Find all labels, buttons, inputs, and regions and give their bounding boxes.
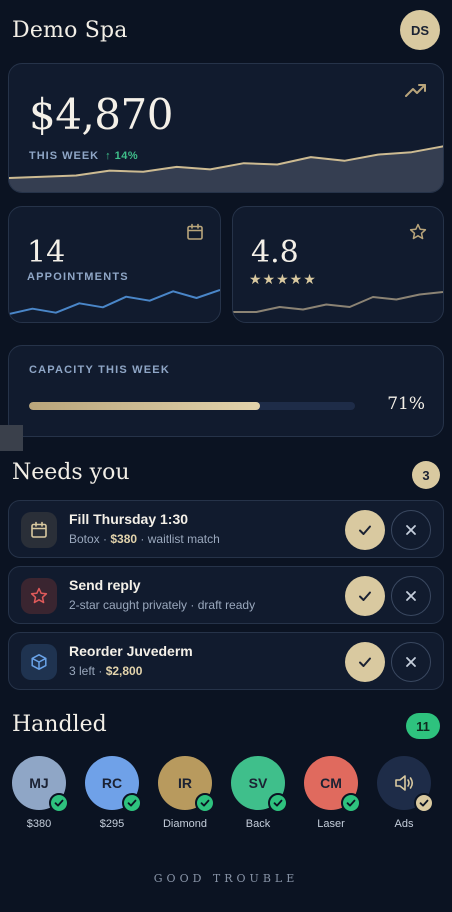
check-icon: [359, 525, 371, 535]
brand-title: Demo Spa: [12, 17, 128, 43]
sparkline-line: [9, 289, 220, 315]
task-detail-text: 2-star caught privately · draft ready: [69, 598, 256, 612]
star-icon: [409, 223, 427, 240]
appointments-sparkline: [9, 289, 220, 315]
megaphone-icon: [395, 775, 414, 791]
capacity-percent: 71%: [387, 394, 425, 414]
handled-avatar: MJ: [12, 756, 69, 813]
handled-label: Diamond: [162, 818, 208, 830]
task-row[interactable]: Reorder Juvederm 3 left · $2,800: [8, 632, 444, 690]
check-icon: [341, 793, 361, 813]
close-icon: [406, 657, 416, 667]
handled-avatar: SV: [231, 756, 288, 813]
handled-item[interactable]: SV Back: [225, 756, 291, 830]
appointments-count: 14: [27, 235, 66, 270]
avatar-initials: CM: [320, 775, 342, 791]
handled-avatar: RC: [85, 756, 142, 813]
needs-section-title: Needs you: [12, 460, 130, 485]
handled-label: Laser: [317, 818, 345, 830]
handled-item[interactable]: CM Laser: [298, 756, 364, 830]
task-title: Send reply: [69, 577, 141, 593]
handled-avatar: [377, 756, 434, 813]
handled-item[interactable]: Ads: [371, 756, 437, 830]
task-title: Reorder Juvederm: [69, 643, 193, 659]
revenue-card[interactable]: $4,870 THIS WEEK ↑ 14%: [8, 63, 444, 193]
handled-label: Ads: [394, 818, 414, 830]
check-icon: [49, 793, 69, 813]
avatar-initials: IR: [178, 775, 192, 791]
capacity-progress-bar: [29, 402, 355, 410]
rating-value: 4.8: [251, 235, 299, 270]
rating-card[interactable]: 4.8 ★★★★★: [232, 206, 444, 323]
task-detail-text: Botox ·: [69, 532, 108, 546]
handled-section-title: Handled: [12, 712, 107, 737]
handled-label: $380: [26, 818, 52, 830]
task-detail-amount: $380: [110, 532, 138, 546]
handled-avatar: CM: [304, 756, 361, 813]
close-icon: [406, 591, 416, 601]
user-avatar[interactable]: DS: [400, 10, 440, 50]
task-detail: 3 left · $2,800: [69, 664, 142, 678]
footer-brand: GOOD TROUBLE: [153, 872, 299, 885]
avatar-initials: MJ: [29, 775, 49, 791]
dismiss-button[interactable]: [391, 510, 431, 550]
calendar-icon: [21, 512, 57, 548]
check-icon: [195, 793, 215, 813]
sparkline-line: [233, 291, 443, 313]
trending-up-icon: [405, 84, 426, 97]
handled-item[interactable]: MJ $380: [6, 756, 72, 830]
task-detail-amount: $2,800: [105, 664, 143, 678]
task-detail-text: 3 left ·: [69, 664, 103, 678]
capacity-label: CAPACITY THIS WEEK: [29, 364, 170, 376]
approve-button[interactable]: [345, 642, 385, 682]
handled-item[interactable]: IR Diamond: [152, 756, 218, 830]
task-detail: Botox · $380 · waitlist match: [69, 532, 220, 546]
approve-button[interactable]: [345, 576, 385, 616]
appointments-card[interactable]: 14 APPOINTMENTS: [8, 206, 221, 323]
check-icon: [268, 793, 288, 813]
check-icon: [359, 591, 371, 601]
task-title: Fill Thursday 1:30: [69, 511, 189, 527]
rating-sparkline: [233, 291, 443, 313]
handled-label: $295: [99, 818, 125, 830]
handled-item[interactable]: RC $295: [79, 756, 145, 830]
close-icon: [406, 525, 416, 535]
approve-button[interactable]: [345, 510, 385, 550]
task-detail-text: · waitlist match: [140, 532, 220, 546]
handled-label: Back: [245, 818, 271, 830]
task-row[interactable]: Send reply 2-star caught privately · dra…: [8, 566, 444, 624]
check-icon: [359, 657, 371, 667]
capacity-progress-fill: [29, 402, 261, 410]
calendar-icon: [187, 223, 203, 240]
star-icon: [21, 578, 57, 614]
avatar-initials: SV: [248, 775, 268, 791]
dismiss-button[interactable]: [391, 642, 431, 682]
handled-avatar: IR: [158, 756, 215, 813]
check-icon: [414, 793, 434, 813]
box-icon: [21, 644, 57, 680]
app-header: Demo Spa DS: [12, 8, 440, 52]
task-row[interactable]: Fill Thursday 1:30 Botox · $380 · waitli…: [8, 500, 444, 558]
edge-handle[interactable]: [0, 425, 23, 451]
dismiss-button[interactable]: [391, 576, 431, 616]
handled-count-badge: 11: [406, 713, 440, 739]
capacity-card: CAPACITY THIS WEEK 71%: [8, 345, 444, 437]
task-detail: 2-star caught privately · draft ready: [69, 598, 255, 612]
sparkline-area: [9, 146, 443, 192]
check-icon: [122, 793, 142, 813]
avatar-initials: RC: [101, 775, 123, 791]
needs-count-badge: 3: [412, 461, 440, 489]
revenue-sparkline: [9, 145, 443, 192]
